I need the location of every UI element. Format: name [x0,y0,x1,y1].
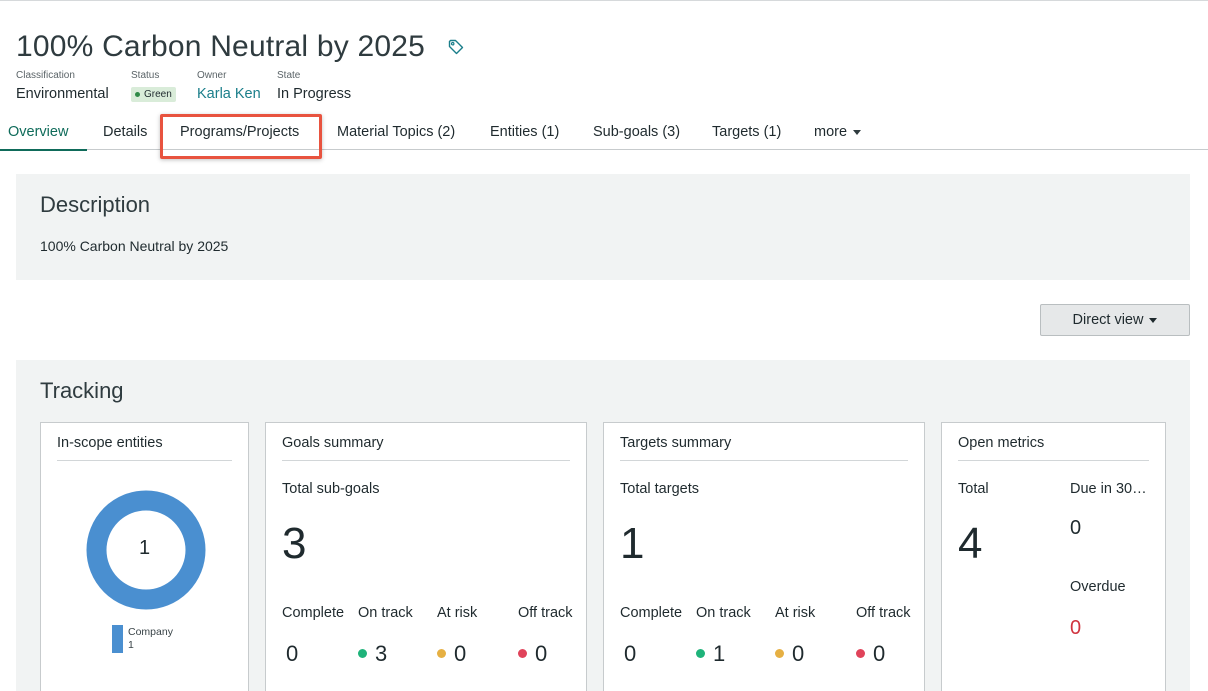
tracking-title: Tracking [40,378,124,403]
classification-label: Classification [16,70,75,81]
description-text: 100% Carbon Neutral by 2025 [40,238,229,254]
legend-company-value: 1 [128,639,134,651]
goals-on-track-value: 3 [375,641,388,666]
total-subgoals-label: Total sub-goals [282,481,380,497]
status-dot-icon [135,92,140,97]
state-label: State [277,70,301,81]
tracking-panel: Tracking In-scope entities 1 Company 1 G… [16,360,1190,691]
chevron-down-icon [1149,317,1158,323]
metrics-card-title: Open metrics [958,435,1149,461]
targets-summary-card: Targets summary Total targets 1 Complete… [603,422,925,691]
direct-view-label: Direct view [1072,312,1144,328]
targets-complete-label: Complete [620,605,683,621]
entities-card-title: In-scope entities [57,435,232,461]
tab-entities[interactable]: Entities (1) [490,114,559,150]
description-panel: Description 100% Carbon Neutral by 2025 [16,174,1190,280]
tab-targets[interactable]: Targets (1) [712,114,781,150]
tag-icon[interactable] [447,38,465,56]
legend-company-name: Company [128,626,173,638]
at-risk-dot-icon [437,648,446,658]
metrics-overdue-label: Overdue [1070,579,1126,595]
owner-label: Owner [197,70,227,81]
tab-bar: Overview Details Programs/Projects Mater… [0,114,1208,151]
total-targets-value: 1 [620,519,645,568]
tab-details[interactable]: Details [103,114,147,150]
goals-complete-value: 0 [286,641,299,666]
description-title: Description [40,192,151,217]
total-targets-label: Total targets [620,481,699,497]
goals-off-track-value: 0 [535,641,548,666]
meta-owner: Owner Karla Ken [197,70,261,102]
targets-off-track: 0 [856,641,885,667]
on-track-dot-icon [696,648,705,658]
goals-complete-label: Complete [282,605,345,621]
state-value: In Progress [277,86,352,102]
metrics-total-label: Total [958,481,989,497]
on-track-dot-icon [358,648,367,658]
goals-on-track-label: On track [358,605,413,621]
metrics-due-label: Due in 30… [1070,481,1147,497]
metrics-due-value: 0 [1070,517,1082,539]
goals-on-track: 3 [358,641,387,667]
goals-at-risk: 0 [437,641,466,667]
off-track-dot-icon [856,648,865,658]
targets-on-track: 1 [696,641,725,667]
tab-more-label: more [814,124,848,140]
targets-on-track-value: 1 [713,641,726,666]
targets-off-track-value: 0 [873,641,886,666]
page-title: 100% Carbon Neutral by 2025 [16,30,425,63]
goals-card-title: Goals summary [282,435,570,461]
off-track-dot-icon [518,648,527,658]
metrics-total-value: 4 [958,519,983,568]
legend-company: Company 1 [128,626,173,652]
goals-off-track-label: Off track [518,605,573,621]
metrics-overdue-value: 0 [1070,617,1082,639]
tab-material-topics[interactable]: Material Topics (2) [337,114,455,150]
status-badge: Green [131,87,176,102]
tab-sub-goals[interactable]: Sub-goals (3) [593,114,680,150]
goals-at-risk-label: At risk [437,605,478,621]
donut-center-value: 1 [138,537,151,559]
top-border [0,0,1208,3]
targets-at-risk-label: At risk [775,605,816,621]
meta-classification: Classification Environmental [16,70,109,102]
meta-state: State In Progress [277,70,351,102]
goals-summary-card: Goals summary Total sub-goals 3 Complete… [265,422,587,691]
classification-value: Environmental [16,86,109,102]
tab-more[interactable]: more [814,114,862,150]
owner-link[interactable]: Karla Ken [197,86,261,102]
total-subgoals-value: 3 [282,519,307,568]
legend-swatch-company [112,625,123,653]
title-row: 100% Carbon Neutral by 2025 [16,30,465,64]
targets-off-track-label: Off track [856,605,911,621]
targets-at-risk-value: 0 [792,641,805,666]
entities-card: In-scope entities 1 Company 1 [40,422,249,691]
tab-programs-projects[interactable]: Programs/Projects [180,114,299,150]
goals-at-risk-value: 0 [454,641,467,666]
tab-overview[interactable]: Overview [0,114,87,151]
targets-at-risk: 0 [775,641,804,667]
chevron-down-icon [853,129,862,135]
open-metrics-card: Open metrics Total 4 Due in 30… 0 Overdu… [941,422,1166,691]
meta-status: Status Green [131,70,176,102]
targets-complete-value: 0 [624,641,637,666]
status-label: Status [131,70,160,81]
targets-on-track-label: On track [696,605,751,621]
targets-card-title: Targets summary [620,435,908,461]
goals-off-track: 0 [518,641,547,667]
at-risk-dot-icon [775,648,784,658]
direct-view-button[interactable]: Direct view [1040,304,1190,336]
status-value: Green [144,89,172,100]
